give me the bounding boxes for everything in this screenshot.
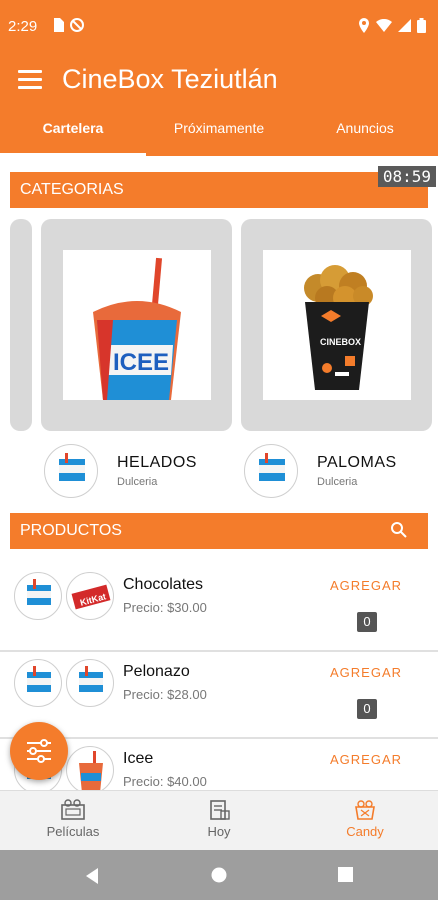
palomas-photo: CINEBOX <box>263 250 411 400</box>
category-card-palomas[interactable]: CINEBOX <box>241 219 432 431</box>
product-row-chocolates: KitKat Chocolates Precio: $30.00 AGREGAR… <box>0 566 438 652</box>
no-disturb-icon <box>70 18 84 32</box>
categories-header: CATEGORIAS <box>10 172 428 208</box>
category-card-helados[interactable]: ICEE <box>41 219 232 431</box>
products-header: PRODUCTOS <box>10 513 428 549</box>
product-image-chocolates: KitKat <box>66 572 114 620</box>
ticket-calendar-icon <box>210 800 230 820</box>
product-category-thumb <box>14 572 62 620</box>
nav-label: Hoy <box>207 824 231 839</box>
nav-peliculas[interactable]: Películas <box>0 791 146 850</box>
signal-icon <box>398 19 411 32</box>
clock-badge: 08:59 <box>377 166 436 187</box>
product-name: Pelonazo <box>123 663 190 680</box>
svg-text:ICEE: ICEE <box>113 349 169 376</box>
bottom-navigation: Películas Hoy Candy <box>0 790 438 850</box>
home-icon[interactable] <box>211 867 227 883</box>
helados-thumb <box>44 444 98 498</box>
categories-title: CATEGORIAS <box>20 181 124 198</box>
product-category-thumb <box>14 659 62 707</box>
tab-anuncios[interactable]: Anuncios <box>292 108 438 156</box>
product-price: Precio: $28.00 <box>123 687 207 702</box>
filter-sliders-icon <box>27 739 51 763</box>
product-name: Chocolates <box>123 576 204 593</box>
product-image-icee <box>66 746 114 794</box>
nav-label: Candy <box>346 824 384 839</box>
quantity-badge: 0 <box>357 699 377 719</box>
category-card-partial[interactable] <box>10 219 32 431</box>
hamburger-menu-icon[interactable] <box>18 70 42 90</box>
recents-icon[interactable] <box>338 867 353 882</box>
add-button[interactable]: AGREGAR <box>330 665 402 680</box>
category-info-helados[interactable]: HELADOS Dulceria <box>44 444 238 498</box>
category-subtitle: Dulceria <box>317 476 358 488</box>
quantity-badge: 0 <box>357 612 377 632</box>
category-info-palomas[interactable]: PALOMAS Dulceria <box>244 444 438 498</box>
tab-cartelera[interactable]: Cartelera <box>0 108 146 156</box>
location-icon <box>359 18 369 33</box>
products-title: PRODUCTOS <box>20 522 122 539</box>
status-time: 2:29 <box>8 18 38 35</box>
tab-proximamente[interactable]: Próximamente <box>146 108 292 156</box>
tab-bar: Cartelera Próximamente Anuncios <box>0 108 438 156</box>
app-bar: CineBox Teziutlán <box>0 52 438 108</box>
app-title: CineBox Teziutlán <box>62 64 278 94</box>
category-subtitle: Dulceria <box>117 476 158 488</box>
search-icon[interactable] <box>390 521 408 539</box>
sim-icon <box>54 18 64 32</box>
product-price: Precio: $30.00 <box>123 600 207 615</box>
category-name: PALOMAS <box>317 454 397 471</box>
candy-icon <box>355 800 375 820</box>
nav-hoy[interactable]: Hoy <box>146 791 292 850</box>
palomas-thumb <box>244 444 298 498</box>
category-name: HELADOS <box>117 454 197 471</box>
nav-candy[interactable]: Candy <box>292 791 438 850</box>
product-name: Icee <box>123 750 154 767</box>
svg-text:CINEBOX: CINEBOX <box>320 337 361 347</box>
filter-fab-button[interactable] <box>10 722 68 780</box>
helados-photo: ICEE <box>63 250 211 400</box>
battery-icon <box>417 18 426 33</box>
back-icon[interactable] <box>84 867 100 885</box>
film-icon <box>61 799 85 820</box>
product-price: Precio: $40.00 <box>123 774 207 789</box>
status-bar: 2:29 <box>0 0 438 52</box>
system-navigation-bar <box>0 850 438 900</box>
nav-label: Películas <box>46 824 100 839</box>
add-button[interactable]: AGREGAR <box>330 752 402 767</box>
wifi-icon <box>376 19 392 32</box>
product-image-pelonazo <box>66 659 114 707</box>
add-button[interactable]: AGREGAR <box>330 578 402 593</box>
